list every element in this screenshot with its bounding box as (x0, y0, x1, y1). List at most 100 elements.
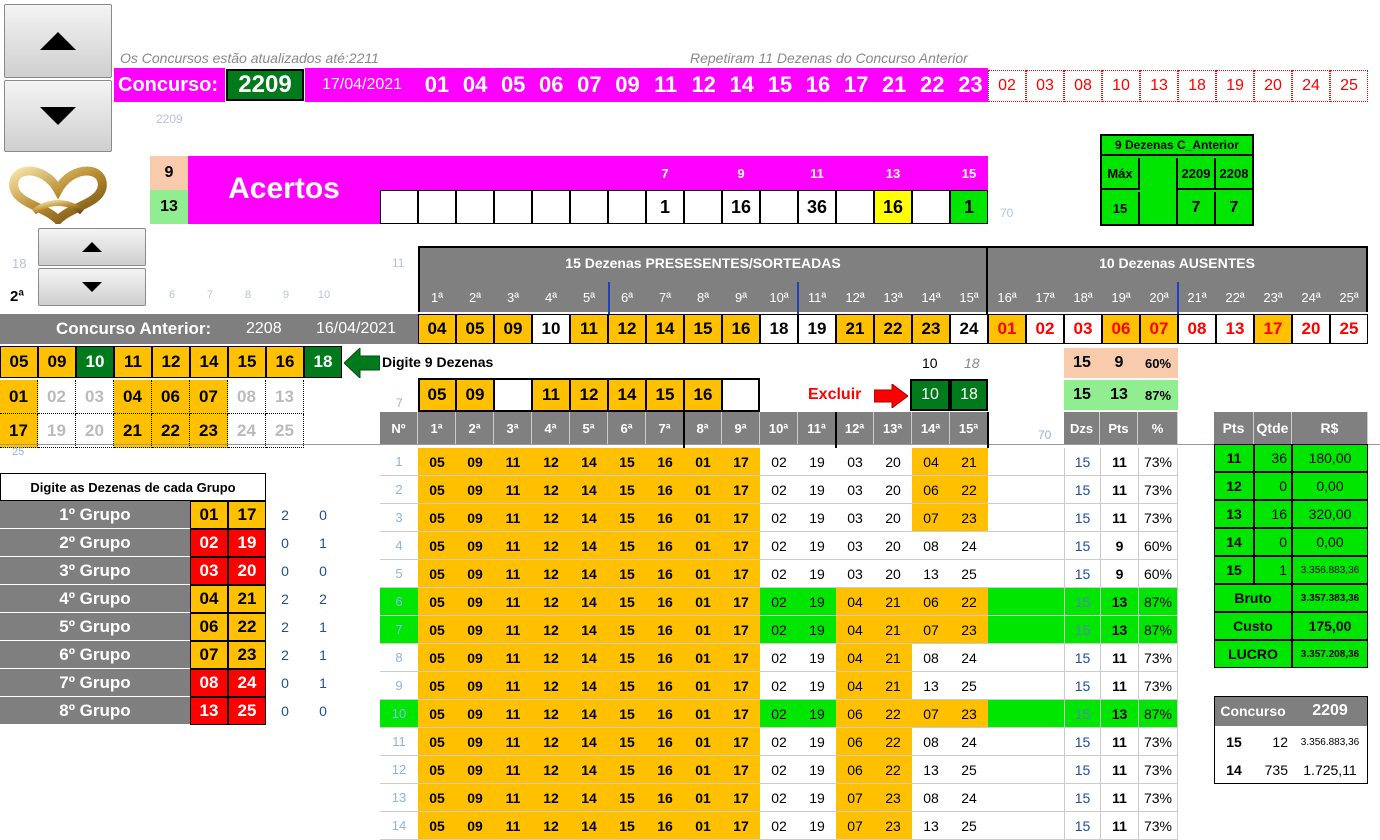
small-down-button[interactable] (38, 268, 146, 306)
ordinal: 11ª (807, 289, 827, 305)
group-b[interactable]: 25 (228, 697, 266, 725)
table-cell: 19 (798, 560, 836, 588)
acertos-value (608, 190, 646, 224)
group-name: 5º Grupo (0, 613, 190, 641)
table-cell: 03 (836, 560, 874, 588)
table-cell: 11 (494, 504, 532, 532)
table-cell: 03 (836, 476, 874, 504)
acertos-value (494, 190, 532, 224)
table-cell: 09 (456, 812, 494, 840)
table-cell: 02 (760, 784, 798, 812)
table-dzs: 15 (1064, 448, 1100, 476)
c-anterior-v0: 15 (1102, 192, 1140, 224)
table-cell: 14 (570, 784, 608, 812)
table-header-cell: 15ª (950, 412, 988, 444)
table-cell: 09 (456, 756, 494, 784)
excluir-b[interactable]: 18 (950, 379, 988, 411)
table-cell: 24 (950, 728, 988, 756)
acertos-head: 13 (885, 165, 901, 181)
scroll-up-button[interactable] (4, 4, 112, 78)
group-a[interactable]: 07 (190, 641, 228, 669)
table-cell: 12 (532, 812, 570, 840)
table-cell: 11 (494, 616, 532, 644)
table-cell: 15 (608, 560, 646, 588)
group-b[interactable]: 22 (228, 613, 266, 641)
group-b[interactable]: 19 (228, 529, 266, 557)
main-value: 23 (912, 314, 950, 344)
acertos-label: Acertos (228, 172, 340, 205)
group-a[interactable]: 01 (190, 501, 228, 529)
left-grid-value: 01 (0, 380, 38, 414)
ordinal: 14ª (921, 289, 941, 305)
group-a[interactable]: 06 (190, 613, 228, 641)
group-b[interactable]: 20 (228, 557, 266, 585)
group-b[interactable]: 24 (228, 669, 266, 697)
group-a[interactable]: 04 (190, 585, 228, 613)
prize-header: R$ (1292, 412, 1368, 444)
group-a[interactable]: 03 (190, 557, 228, 585)
group-a[interactable]: 02 (190, 529, 228, 557)
table-pct: 60% (1138, 560, 1178, 588)
table-header-cell: Dzs (1064, 412, 1100, 444)
digite-label: Digite 9 Dezenas (382, 354, 494, 370)
table-cell: 13 (912, 560, 950, 588)
table-pct: 87% (1138, 700, 1178, 728)
table-cell: 08 (912, 784, 950, 812)
status-updated: Os Concursos estão atualizados até:2211 (120, 50, 379, 66)
scroll-down-button[interactable] (4, 80, 112, 152)
main-value: 21 (836, 314, 874, 344)
table-cell: 08 (912, 728, 950, 756)
small-70: 70 (1038, 428, 1052, 442)
group-b[interactable]: 17 (228, 501, 266, 529)
concurso-number-input[interactable]: 2209 (225, 68, 305, 102)
table-header-cell: Nº (380, 412, 418, 444)
table-cell: 11 (494, 672, 532, 700)
entries-frame (418, 378, 760, 412)
table-cell: 05 (418, 644, 456, 672)
small-up-button[interactable] (38, 228, 146, 266)
left-nine-value: 12 (152, 346, 190, 378)
table-cell: 21 (874, 644, 912, 672)
small-11: 11 (392, 256, 405, 270)
summary-b: 9 (1100, 348, 1138, 378)
table-pts: 13 (1100, 616, 1138, 644)
groups-title: Digite as Dezenas de cada Grupo (0, 473, 266, 501)
group-a[interactable]: 08 (190, 669, 228, 697)
table-cell: 21 (874, 672, 912, 700)
table-cell: 17 (722, 756, 760, 784)
prize-qtde: 0 (1254, 528, 1292, 556)
table-cell: 11 (494, 588, 532, 616)
c-anterior-v2: 7 (1229, 199, 1239, 216)
prize-sum-value: 175,00 (1292, 612, 1368, 640)
table-cell: 16 (646, 476, 684, 504)
anterior-label: Concurso Anterior: (56, 319, 212, 338)
table-header-cell: 12ª (836, 412, 874, 444)
excluir-a[interactable]: 10 (910, 379, 950, 411)
prize-sum-label: Custo (1214, 612, 1292, 640)
table-dzs: 15 (1064, 616, 1100, 644)
group-x: 0 (281, 563, 289, 579)
group-b[interactable]: 23 (228, 641, 266, 669)
left-grid-value: 17 (0, 414, 38, 448)
table-pct: 73% (1138, 448, 1178, 476)
table-cell: 07 (836, 812, 874, 840)
table-header-cell: 8ª (684, 412, 722, 444)
table-dzs: 15 (1064, 588, 1100, 616)
table-pts: 11 (1100, 448, 1138, 476)
group-a[interactable]: 13 (190, 697, 228, 725)
table-cell: 07 (912, 700, 950, 728)
drawn-number: 22 (920, 72, 945, 97)
prize-value: 320,00 (1292, 500, 1368, 528)
table-pts: 11 (1100, 756, 1138, 784)
summary-b: 13 (1100, 380, 1138, 410)
table-cell: 19 (798, 644, 836, 672)
ordinal: 4ª (544, 289, 558, 305)
ordinal: 24ª (1301, 289, 1321, 305)
table-cell: 17 (722, 448, 760, 476)
acertos-value (380, 190, 418, 224)
absent-number: 02 (988, 70, 1026, 102)
table-cell: 17 (722, 588, 760, 616)
table-cell: 17 (722, 616, 760, 644)
group-b[interactable]: 21 (228, 585, 266, 613)
table-cell: 19 (798, 812, 836, 840)
